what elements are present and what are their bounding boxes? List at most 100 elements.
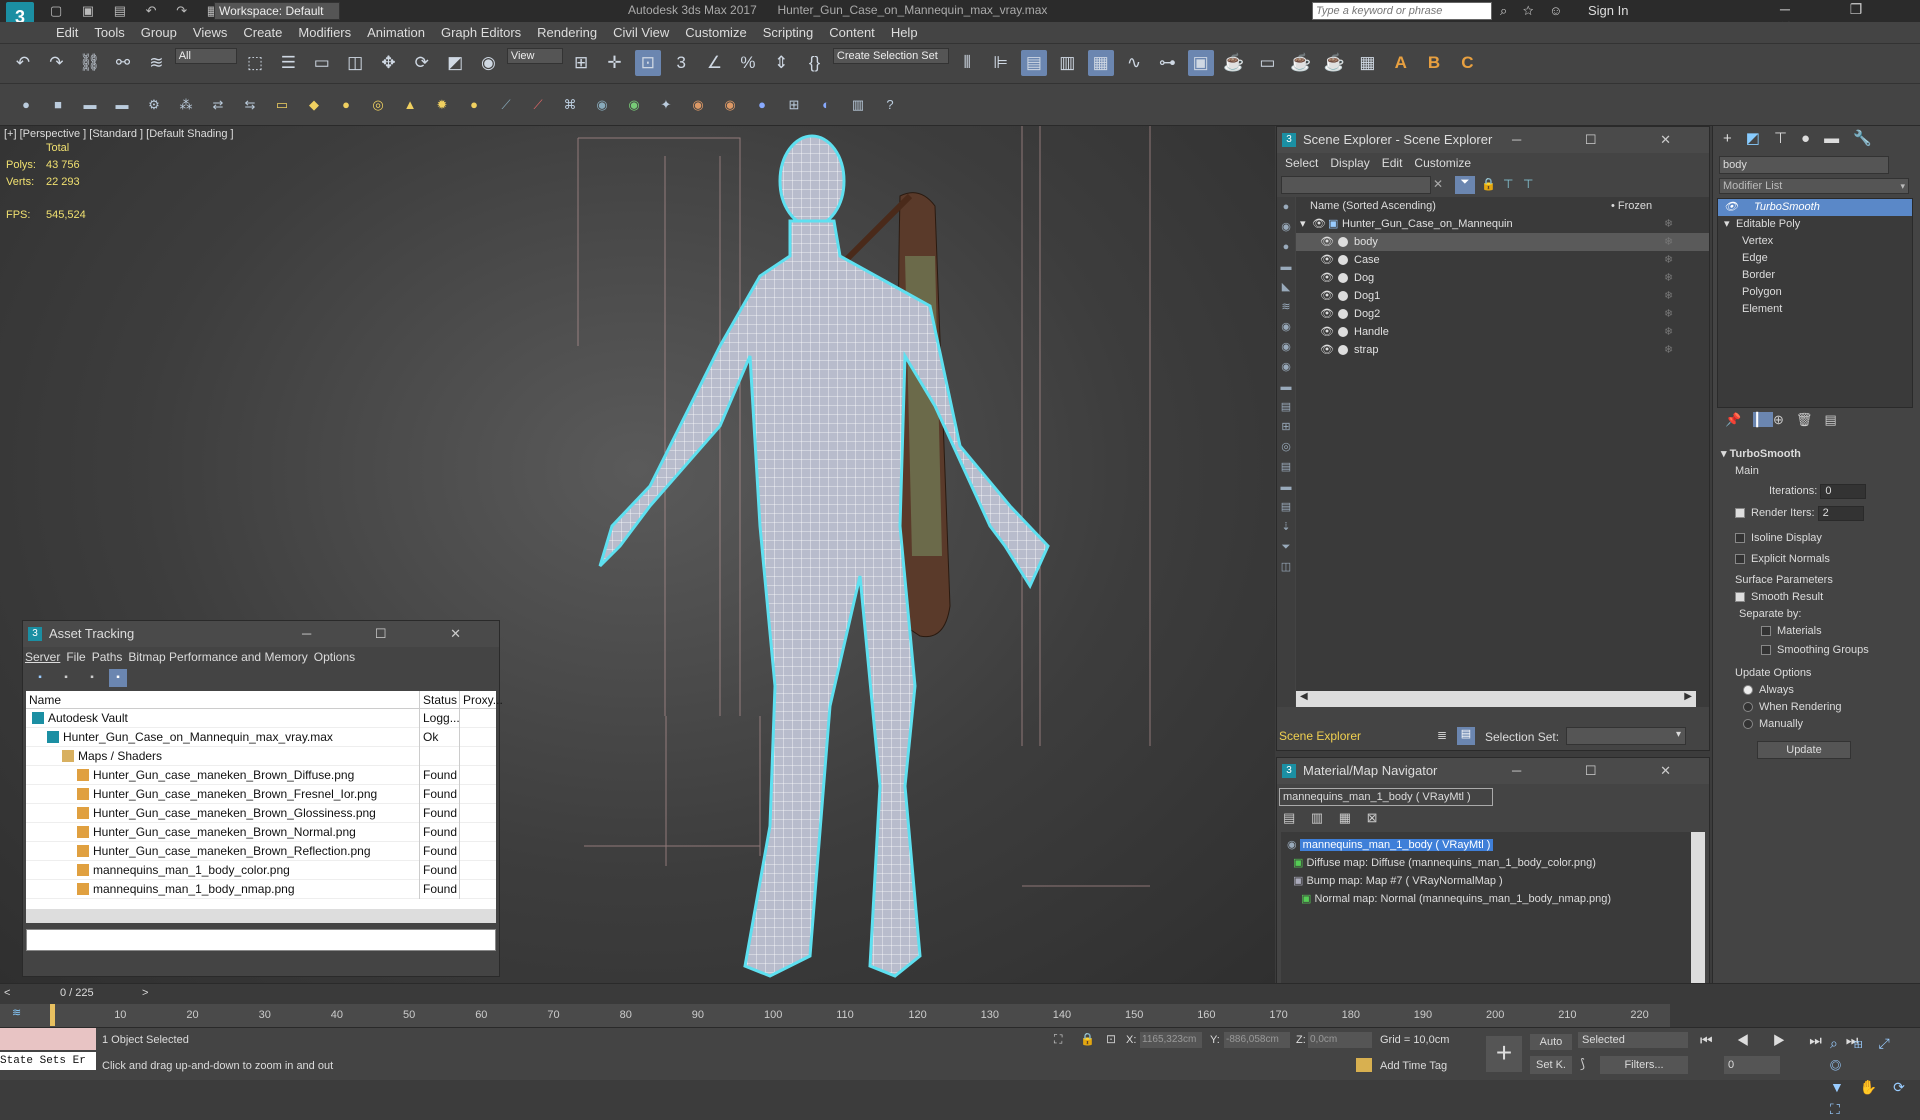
- undo-icon[interactable]: ↶: [10, 50, 36, 76]
- tool-icon-15[interactable]: ●: [463, 94, 485, 116]
- schematic-view-icon[interactable]: ⊶: [1154, 50, 1180, 76]
- help-circle-icon[interactable]: ?: [879, 94, 901, 116]
- select-by-name-icon[interactable]: ☰: [275, 50, 301, 76]
- at-tool-icon-2[interactable]: ▪: [57, 669, 75, 687]
- update-button[interactable]: Update: [1757, 741, 1851, 759]
- stack-editable-poly[interactable]: ▾ Editable Poly: [1718, 216, 1912, 233]
- tool-icon-12[interactable]: ◎: [367, 94, 389, 116]
- toggle-ribbon-icon[interactable]: ▦: [1087, 50, 1114, 76]
- freeze-icon[interactable]: ❄: [1664, 269, 1673, 287]
- display-tab-icon[interactable]: ▬: [1824, 130, 1853, 147]
- freeze-icon[interactable]: ❄: [1664, 323, 1673, 341]
- edit-named-selection-icon[interactable]: {}: [802, 50, 828, 76]
- asset-row[interactable]: mannequins_man_1_body_color.png Found: [26, 861, 496, 880]
- explorer-filter-icons[interactable]: ● ◉ ● ▬ ◣ ≋ ◉ ◉ ◉ ▬ ▤ ⊞ ◎ ▤ ▬ ▤ ⇣ ⏷ ◫: [1277, 197, 1295, 577]
- stack-edge[interactable]: Edge: [1718, 250, 1912, 267]
- menu-group[interactable]: Group: [133, 22, 185, 44]
- text-c-icon[interactable]: C: [1454, 50, 1480, 76]
- asset-row[interactable]: Hunter_Gun_case_maneken_Brown_Reflection…: [26, 842, 496, 861]
- y-coordinate[interactable]: -886,058cm: [1224, 1032, 1290, 1048]
- at-menu-server[interactable]: Server: [25, 650, 60, 664]
- tool-icon-1[interactable]: ●: [15, 94, 37, 116]
- scene-item-dog2[interactable]: 👁 Dog2 ❄: [1296, 305, 1709, 323]
- time-slider-next-icon[interactable]: >: [142, 984, 148, 1002]
- se-menu-edit[interactable]: Edit: [1382, 156, 1403, 170]
- link-icon[interactable]: ⛓: [77, 50, 103, 76]
- pin-stack-icon[interactable]: 📌: [1725, 412, 1753, 427]
- isolate-icon[interactable]: ⛶: [1054, 1032, 1062, 1047]
- quick-access-icons[interactable]: ▢ ▣ ▤ ↶ ↷ ▦: [50, 3, 227, 19]
- tool-icon-26[interactable]: ◐: [815, 94, 837, 116]
- modifier-list-dropdown[interactable]: Modifier List ▾: [1719, 178, 1909, 194]
- menu-customize[interactable]: Customize: [677, 22, 754, 44]
- motion-tab-icon[interactable]: ●: [1801, 130, 1824, 147]
- material-diffuse-row[interactable]: ▣ Diffuse map: Diffuse (mannequins_man_1…: [1293, 856, 1596, 869]
- menu-views[interactable]: Views: [185, 22, 235, 44]
- mirror-icon[interactable]: ⫴: [954, 50, 980, 76]
- stack-border[interactable]: Border: [1718, 267, 1912, 284]
- material-tree[interactable]: ◉ mannequins_man_1_body ( VRayMtl ) ▣ Di…: [1281, 832, 1705, 998]
- current-material-field[interactable]: mannequins_man_1_body ( VRayMtl ): [1279, 788, 1493, 806]
- material-navigator-titlebar[interactable]: 3 Material/Map Navigator ─ ☐ ✕: [1277, 758, 1709, 784]
- layers-icon[interactable]: ≣: [1437, 728, 1447, 742]
- text-b-icon[interactable]: B: [1421, 50, 1447, 76]
- root-expand-icon[interactable]: ▾: [1300, 215, 1306, 233]
- tool-icon-21[interactable]: ✦: [655, 94, 677, 116]
- render-activeshade-icon[interactable]: ▦: [1354, 50, 1380, 76]
- col-frozen[interactable]: • Frozen: [1611, 197, 1652, 215]
- filter-icon[interactable]: ⏷: [1455, 176, 1475, 194]
- material-view-toggles[interactable]: ▤ ▥ ▦ ⊠: [1277, 810, 1709, 830]
- asset-table[interactable]: Name Status Proxy... Autodesk Vault Logg.…: [26, 691, 503, 923]
- time-cursor[interactable]: [50, 1004, 55, 1026]
- menu-help[interactable]: Help: [883, 22, 926, 44]
- visibility-icon[interactable]: 👁: [1320, 251, 1334, 269]
- scene-tree[interactable]: Name (Sorted Ascending) • Frozen ▾ 👁 ▣ H…: [1296, 197, 1709, 707]
- show-end-result-icon[interactable]: ┃: [1753, 412, 1774, 427]
- asset-row[interactable]: Maps / Shaders: [26, 747, 496, 766]
- rendered-frame-window-icon[interactable]: ▭: [1254, 50, 1280, 76]
- remove-modifier-icon[interactable]: 🗑: [1796, 412, 1825, 427]
- tool-icon-24[interactable]: ●: [751, 94, 773, 116]
- render-iters-checkbox[interactable]: [1735, 508, 1745, 519]
- menu-graph-editors[interactable]: Graph Editors: [433, 22, 529, 44]
- col-name[interactable]: Name: [29, 691, 61, 709]
- search-input[interactable]: Type a keyword or phrase: [1312, 2, 1492, 20]
- tool-icon-18[interactable]: ⌘: [559, 94, 581, 116]
- render-production-icon[interactable]: ☕: [1288, 50, 1314, 76]
- material-normal-row[interactable]: ▣ Normal map: Normal (mannequins_man_1_b…: [1301, 892, 1611, 905]
- smoothing-groups-checkbox[interactable]: [1761, 645, 1771, 656]
- scene-explorer-footer-label[interactable]: Scene Explorer: [1279, 729, 1361, 743]
- at-tool-icon-1[interactable]: ▪: [31, 669, 49, 687]
- at-menu-bitmap[interactable]: Bitmap Performance and Memory: [128, 650, 307, 664]
- asset-row[interactable]: mannequins_man_1_body_nmap.png Found: [26, 880, 496, 899]
- rollout-header[interactable]: ▾ TurboSmooth: [1721, 446, 1920, 463]
- tool-icon-20[interactable]: ◉: [623, 94, 645, 116]
- absolute-mode-icon[interactable]: ⊡: [1106, 1032, 1116, 1046]
- layer-explorer-icon[interactable]: ▥: [1054, 50, 1080, 76]
- root-visibility-icon[interactable]: 👁: [1312, 215, 1326, 233]
- viewport-navigation-controls[interactable]: ⌕ ⊞ ⤢ ◎ ▼ ✋ ⟳ ⛶: [1830, 1032, 1918, 1120]
- x-coordinate[interactable]: 1165,323cm: [1140, 1032, 1202, 1048]
- tool-icon-27[interactable]: ▥: [847, 94, 869, 116]
- workspace-dropdown[interactable]: Workspace: Default: [214, 2, 340, 20]
- when-rendering-row[interactable]: When Rendering: [1721, 699, 1920, 716]
- help-icons[interactable]: ⌕ ☆ ☺: [1500, 3, 1568, 19]
- render-setup-icon[interactable]: ☕: [1221, 50, 1247, 76]
- col-proxy[interactable]: Proxy...: [459, 691, 503, 709]
- scene-item-case[interactable]: 👁 Case ❄: [1296, 251, 1709, 269]
- tool-icon-17[interactable]: ⟋: [527, 94, 549, 116]
- create-key-icon[interactable]: +: [1486, 1036, 1522, 1072]
- tool-icon-3[interactable]: ▬: [79, 94, 101, 116]
- scale-icon[interactable]: ◩: [442, 50, 468, 76]
- utilities-tab-icon[interactable]: 🔧: [1853, 130, 1886, 147]
- scene-explorer-toggle-icon[interactable]: ▤: [1020, 50, 1047, 76]
- scene-item-strap[interactable]: 👁 strap ❄: [1296, 341, 1709, 359]
- layer-explorer-toggle-icon[interactable]: ▤: [1457, 727, 1475, 745]
- tool-icon-22[interactable]: ◉: [687, 94, 709, 116]
- move-icon[interactable]: ✥: [375, 50, 401, 76]
- scene-item-dog1[interactable]: 👁 Dog1 ❄: [1296, 287, 1709, 305]
- tool-icon-13[interactable]: ▲: [399, 94, 421, 116]
- material-root-row[interactable]: ◉ mannequins_man_1_body ( VRayMtl ): [1287, 838, 1494, 851]
- hierarchy-icon[interactable]: ⊤: [1503, 177, 1513, 191]
- asset-row[interactable]: Autodesk Vault Logg...: [26, 709, 496, 728]
